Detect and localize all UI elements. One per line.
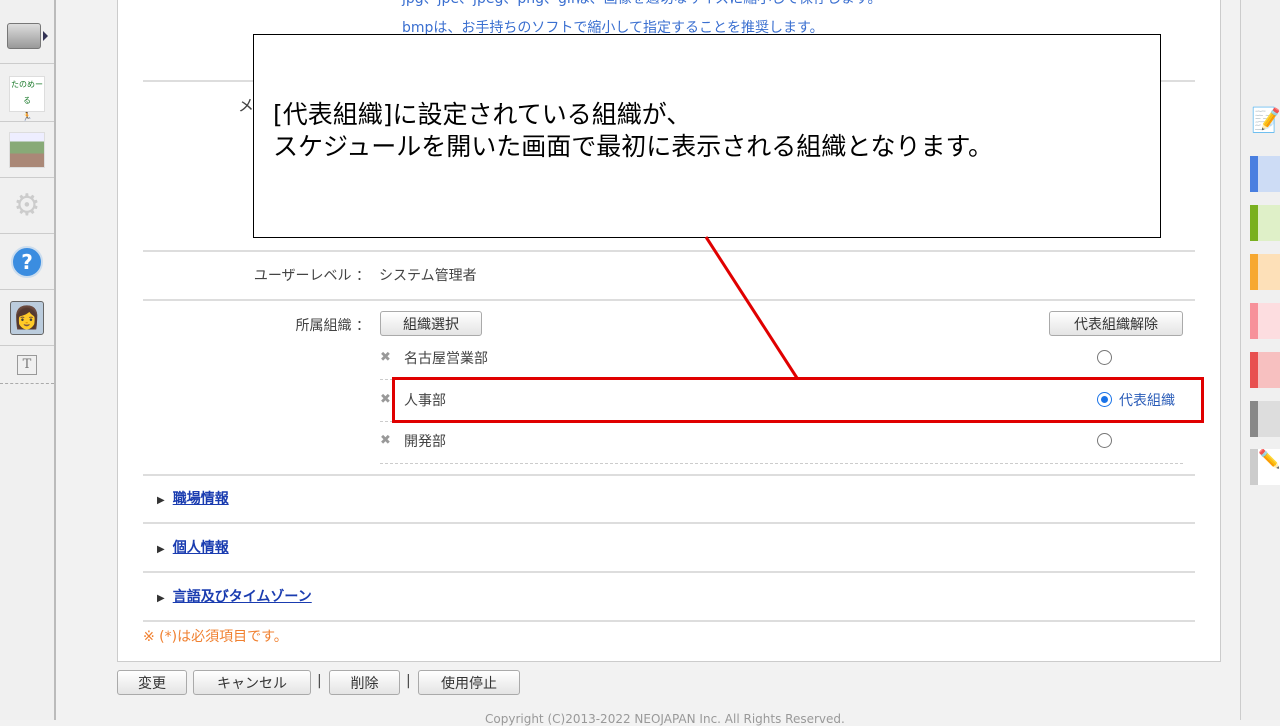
callout-pointer <box>704 236 799 379</box>
highlight-box <box>392 377 1204 423</box>
pointer-line <box>704 236 799 379</box>
